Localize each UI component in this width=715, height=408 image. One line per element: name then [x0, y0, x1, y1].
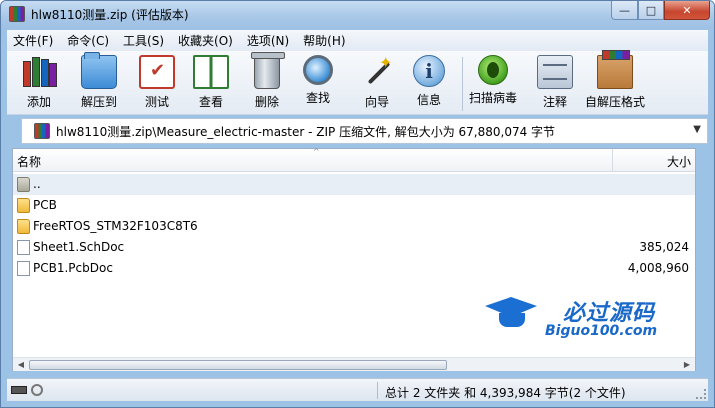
delete-icon: [251, 52, 285, 89]
list-item[interactable]: PCB1.PcbDoc 4,008,960: [13, 258, 695, 279]
column-divider[interactable]: [612, 149, 613, 171]
list-item[interactable]: ..: [13, 174, 695, 195]
view-button[interactable]: 查看: [193, 55, 229, 113]
parent-folder-icon: [17, 177, 30, 192]
test-button[interactable]: 测试: [139, 55, 175, 113]
watermark-logo: 必过源码 Biguo100.com: [485, 293, 685, 345]
extract-to-button[interactable]: 解压到: [81, 52, 118, 113]
toolbar-separator: [462, 57, 463, 111]
menu-options[interactable]: 选项(N): [247, 32, 289, 49]
comment-icon: [537, 55, 573, 89]
resize-grip-icon[interactable]: [696, 389, 706, 399]
watermark-subtitle: Biguo100.com: [545, 323, 658, 339]
delete-label: 删除: [254, 95, 279, 109]
archive-icon: [34, 123, 50, 139]
comment-button[interactable]: 注释: [537, 55, 573, 113]
status-drive-key-icon[interactable]: [11, 384, 47, 396]
find-icon: [303, 55, 333, 85]
file-size: 385,024: [639, 240, 689, 254]
status-bar: 总计 2 文件夹 和 4,393,984 字节(2 个文件): [7, 378, 708, 401]
address-bar[interactable]: hlw8110测量.zip\Measure_electric-master - …: [21, 118, 708, 144]
folder-icon: [17, 198, 30, 213]
test-label: 测试: [144, 95, 169, 109]
find-button[interactable]: 查找: [303, 55, 333, 113]
virus-scan-button[interactable]: 扫描病毒: [469, 55, 517, 113]
list-item[interactable]: Sheet1.SchDoc 385,024: [13, 237, 695, 258]
info-button[interactable]: i 信息: [413, 55, 445, 113]
file-name: FreeRTOS_STM32F103C8T6: [33, 219, 198, 233]
add-label: 添加: [26, 95, 51, 109]
graduation-cap-icon: [485, 297, 537, 331]
menu-commands[interactable]: 命令(C): [67, 32, 109, 49]
scrollbar-thumb[interactable]: [29, 360, 447, 370]
view-icon: [193, 55, 229, 89]
test-icon: [139, 55, 175, 89]
file-size: 4,008,960: [627, 261, 689, 275]
extract-to-label: 解压到: [81, 95, 118, 109]
scroll-left-icon[interactable]: ◀: [14, 359, 28, 371]
window-controls: — □ ✕: [611, 1, 710, 21]
virus-scan-icon: [478, 55, 508, 85]
sfx-icon: [597, 50, 633, 89]
sfx-label: 自解压格式: [585, 95, 646, 109]
add-archive-icon: [21, 55, 57, 89]
horizontal-scrollbar[interactable]: ◀ ▶: [13, 357, 695, 371]
delete-button[interactable]: 删除: [249, 52, 285, 113]
title-bar[interactable]: hlw8110测量.zip (评估版本) — □ ✕: [1, 1, 714, 29]
find-label: 查找: [305, 91, 330, 105]
menu-tools[interactable]: 工具(S): [123, 32, 164, 49]
view-label: 查看: [198, 95, 223, 109]
winrar-window: hlw8110测量.zip (评估版本) — □ ✕ 文件(F) 命令(C) 工…: [0, 0, 715, 408]
wizard-button[interactable]: 向导: [359, 53, 395, 113]
maximize-button[interactable]: □: [638, 1, 664, 20]
window-title: hlw8110测量.zip (评估版本): [31, 8, 189, 22]
info-label: 信息: [416, 93, 441, 107]
file-list-header: 名称 ^ 大小: [13, 147, 695, 172]
sort-indicator-icon: ^: [313, 147, 320, 156]
menu-help[interactable]: 帮助(H): [303, 32, 345, 49]
menu-favorites[interactable]: 收藏夹(O): [178, 32, 233, 49]
file-name: ..: [33, 177, 41, 191]
wizard-icon: [359, 53, 395, 89]
info-icon: i: [413, 55, 445, 87]
address-dropdown-icon[interactable]: ▼: [693, 124, 701, 135]
address-path: hlw8110测量.zip\Measure_electric-master - …: [56, 124, 556, 139]
scroll-right-icon[interactable]: ▶: [680, 359, 694, 371]
file-name: Sheet1.SchDoc: [33, 240, 125, 254]
comment-label: 注释: [542, 95, 567, 109]
document-icon: [17, 240, 30, 255]
virus-scan-label: 扫描病毒: [469, 91, 518, 105]
toolbar: 添加 解压到 测试 查看 删除 查找 向导 i 信息: [7, 50, 708, 115]
list-item[interactable]: PCB: [13, 195, 695, 216]
menu-bar: 文件(F) 命令(C) 工具(S) 收藏夹(O) 选项(N) 帮助(H): [7, 30, 708, 51]
file-rows: .. PCB FreeRTOS_STM32F103C8T6 Sheet1.Sch…: [13, 174, 695, 279]
column-name[interactable]: 名称: [17, 153, 41, 170]
minimize-button[interactable]: —: [611, 1, 638, 20]
wizard-label: 向导: [364, 95, 389, 109]
status-separator: [377, 382, 378, 399]
folder-icon: [17, 219, 30, 234]
list-item[interactable]: FreeRTOS_STM32F103C8T6: [13, 216, 695, 237]
winrar-app-icon: [9, 6, 25, 22]
file-name: PCB1.PcbDoc: [33, 261, 113, 275]
add-button[interactable]: 添加: [21, 55, 57, 113]
close-button[interactable]: ✕: [664, 1, 710, 20]
sfx-button[interactable]: 自解压格式: [585, 50, 646, 113]
extract-to-icon: [81, 52, 117, 89]
menu-file[interactable]: 文件(F): [13, 32, 53, 49]
document-icon: [17, 261, 30, 276]
status-summary: 总计 2 文件夹 和 4,393,984 字节(2 个文件): [385, 386, 626, 400]
file-name: PCB: [33, 198, 57, 212]
column-size[interactable]: 大小: [667, 153, 691, 170]
